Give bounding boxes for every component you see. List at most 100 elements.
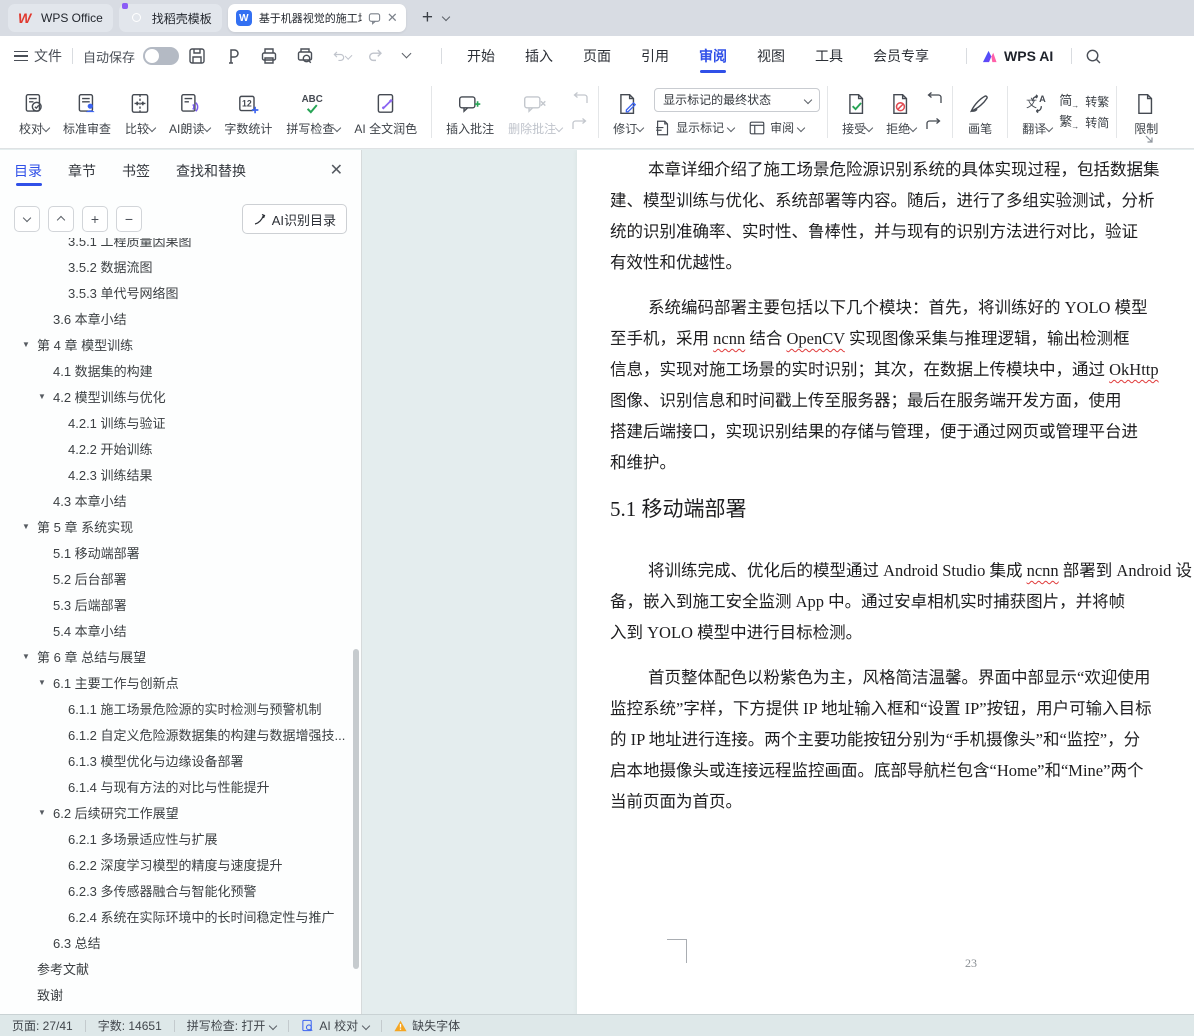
tab-document-active[interactable]: W 基于机器视觉的施工场景危险 ✕ (228, 4, 406, 32)
toc-item[interactable]: 3.6 本章小结 (0, 305, 351, 331)
toc-item[interactable]: 3.5.3 单代号网络图 (0, 279, 351, 305)
sidebar-tab-find-replace[interactable]: 查找和替换 (176, 150, 246, 192)
toc-collapse-caret-icon[interactable]: ▼ (22, 340, 37, 349)
toc-item[interactable]: 3.5.2 数据流图 (0, 253, 351, 279)
toc-item[interactable]: 6.1.3 模型优化与边缘设备部署 (0, 747, 351, 773)
toc-item[interactable]: 3.5.1 工程质量因果图 (0, 238, 351, 253)
toc-item[interactable]: 4.2.3 训练结果 (0, 461, 351, 487)
restrict-editing-button[interactable]: 限制 (1124, 81, 1193, 143)
delete-comment-button[interactable]: 删除批注 (501, 81, 569, 143)
menu-item-开始[interactable]: 开始 (452, 36, 510, 76)
toc-item[interactable]: ▼第 5 章 系统实现 (0, 513, 351, 539)
toc-item[interactable]: 6.2.1 多场景适应性与扩展 (0, 825, 351, 851)
toc-item[interactable]: 4.1 数据集的构建 (0, 357, 351, 383)
tab-docer-templates[interactable]: 找稻壳模板 (119, 4, 222, 32)
toc-item[interactable]: 6.2.4 系统在实际环境中的长时间稳定性与推广 (0, 903, 351, 929)
track-changes-button[interactable]: 修订 (606, 81, 650, 143)
document-page[interactable]: 本章详细介绍了施工场景危险源识别系统的具体实现过程，包括数据集建、模型训练与优化… (577, 150, 1194, 1014)
ai-polish-button[interactable]: AI 全文润色 (347, 81, 424, 143)
toc-collapse-all-button[interactable]: − (116, 206, 142, 232)
toc-item[interactable]: 5.1 移动端部署 (0, 539, 351, 565)
tab-list-caret-icon[interactable] (443, 9, 449, 27)
close-tab-icon[interactable]: ✕ (387, 10, 398, 26)
previous-comment-icon[interactable] (569, 90, 591, 108)
toc-item[interactable]: 6.1.2 自定义危险源数据集的构建与数据增强技... (0, 721, 351, 747)
print-button[interactable] (259, 46, 279, 66)
menu-item-工具[interactable]: 工具 (800, 36, 858, 76)
toc-item[interactable]: 4.3 本章小结 (0, 487, 351, 513)
undo-button[interactable] (331, 46, 351, 66)
reject-change-button[interactable]: 拒绝 (879, 81, 923, 143)
menu-item-插入[interactable]: 插入 (510, 36, 568, 76)
sidebar-tab-chapters[interactable]: 章节 (68, 150, 96, 192)
toc-item[interactable]: 5.2 后台部署 (0, 565, 351, 591)
menu-item-页面[interactable]: 页面 (568, 36, 626, 76)
status-spell-check[interactable]: 拼写检查: 打开 (187, 1017, 277, 1034)
standard-review-button[interactable]: 标准审查 (56, 81, 118, 143)
next-comment-icon[interactable] (569, 116, 591, 134)
toc-item[interactable]: 6.3 总结 (0, 929, 351, 955)
insert-comment-button[interactable]: 插入批注 (439, 81, 501, 143)
previous-change-icon[interactable] (923, 90, 945, 108)
status-missing-font-warning[interactable]: 缺失字体 (394, 1017, 460, 1034)
save-button[interactable] (187, 46, 207, 66)
export-pdf-button[interactable] (223, 46, 243, 66)
proofread-button[interactable]: 校对 (12, 81, 56, 143)
more-commands-caret-icon[interactable] (403, 46, 423, 66)
toc-item[interactable]: 5.3 后端部署 (0, 591, 351, 617)
compare-button[interactable]: 比较 (118, 81, 162, 143)
toc-item[interactable]: 6.1.4 与现有方法的对比与性能提升 (0, 773, 351, 799)
sidebar-close-icon[interactable]: ✕ (330, 160, 343, 180)
ai-read-aloud-button[interactable]: AI朗读 (162, 81, 217, 143)
toc-item[interactable]: ▼第 4 章 模型训练 (0, 331, 351, 357)
toc-item[interactable]: ▼6.2 后续研究工作展望 (0, 799, 351, 825)
spell-check-button[interactable]: ABC 拼写检查 (279, 81, 347, 143)
toc-item[interactable]: 致谢 (0, 981, 351, 1007)
print-preview-button[interactable] (295, 46, 315, 66)
new-tab-button[interactable]: + (422, 1, 433, 35)
toc-item[interactable]: ▼第 6 章 总结与展望 (0, 643, 351, 669)
word-count-button[interactable]: 12 字数统计 (217, 81, 279, 143)
sidebar-scrollbar-thumb[interactable] (353, 649, 359, 969)
traditional-to-simplified-button[interactable]: 繁→ 转简 (1059, 114, 1109, 131)
menu-item-引用[interactable]: 引用 (626, 36, 684, 76)
toc-expand-all-button[interactable]: + (82, 206, 108, 232)
autosave-control[interactable]: 自动保存 (83, 47, 179, 66)
toc-item[interactable]: ▼6.1 主要工作与创新点 (0, 669, 351, 695)
sidebar-tab-bookmarks[interactable]: 书签 (122, 150, 150, 192)
toc-expand-down-button[interactable] (14, 206, 40, 232)
translate-button[interactable]: 文A 翻译 (1015, 81, 1059, 143)
comment-bubble-icon[interactable] (368, 12, 381, 25)
show-markup-button[interactable]: 显示标记 (654, 119, 734, 137)
toc-item[interactable]: 6.1.1 施工场景危险源的实时检测与预警机制 (0, 695, 351, 721)
toc-item[interactable]: ▼4.2 模型训练与优化 (0, 383, 351, 409)
toc-item[interactable]: 参考文献 (0, 955, 351, 981)
autosave-toggle[interactable] (143, 47, 179, 65)
ink-brush-button[interactable]: 画笔 (960, 81, 1000, 143)
accept-change-button[interactable]: 接受 (835, 81, 879, 143)
simplified-to-traditional-button[interactable]: 简→ 转繁 (1059, 93, 1109, 110)
menu-item-视图[interactable]: 视图 (742, 36, 800, 76)
toc-collapse-caret-icon[interactable]: ▼ (38, 678, 53, 687)
toc-item[interactable]: 6.2.3 多传感器融合与智能化预警 (0, 877, 351, 903)
toc-collapse-caret-icon[interactable]: ▼ (38, 808, 53, 817)
wps-ai-button[interactable]: WPS AI (981, 48, 1053, 64)
toc-collapse-caret-icon[interactable]: ▼ (22, 522, 37, 531)
redo-button[interactable] (367, 46, 387, 66)
file-menu-button[interactable]: 文件 (14, 46, 62, 66)
markup-state-dropdown[interactable]: 显示标记的最终状态 (654, 88, 820, 112)
search-icon[interactable] (1084, 47, 1103, 66)
status-word-count[interactable]: 字数: 14651 (98, 1017, 162, 1034)
toc-item[interactable]: 6.2.2 深度学习模型的精度与速度提升 (0, 851, 351, 877)
dialog-launcher-icon[interactable] (1144, 134, 1154, 144)
review-pane-button[interactable]: 审阅 (748, 119, 804, 137)
toc-collapse-caret-icon[interactable]: ▼ (38, 392, 53, 401)
sidebar-tab-contents[interactable]: 目录 (14, 150, 42, 192)
menu-item-审阅[interactable]: 审阅 (684, 36, 742, 76)
menu-item-会员专享[interactable]: 会员专享 (858, 36, 944, 76)
toc-item[interactable]: 5.4 本章小结 (0, 617, 351, 643)
ai-recognize-toc-button[interactable]: AI识别目录 (242, 204, 347, 234)
toc-collapse-caret-icon[interactable]: ▼ (22, 652, 37, 661)
next-change-icon[interactable] (923, 116, 945, 134)
tab-wps-office[interactable]: W WPS Office (8, 4, 113, 32)
